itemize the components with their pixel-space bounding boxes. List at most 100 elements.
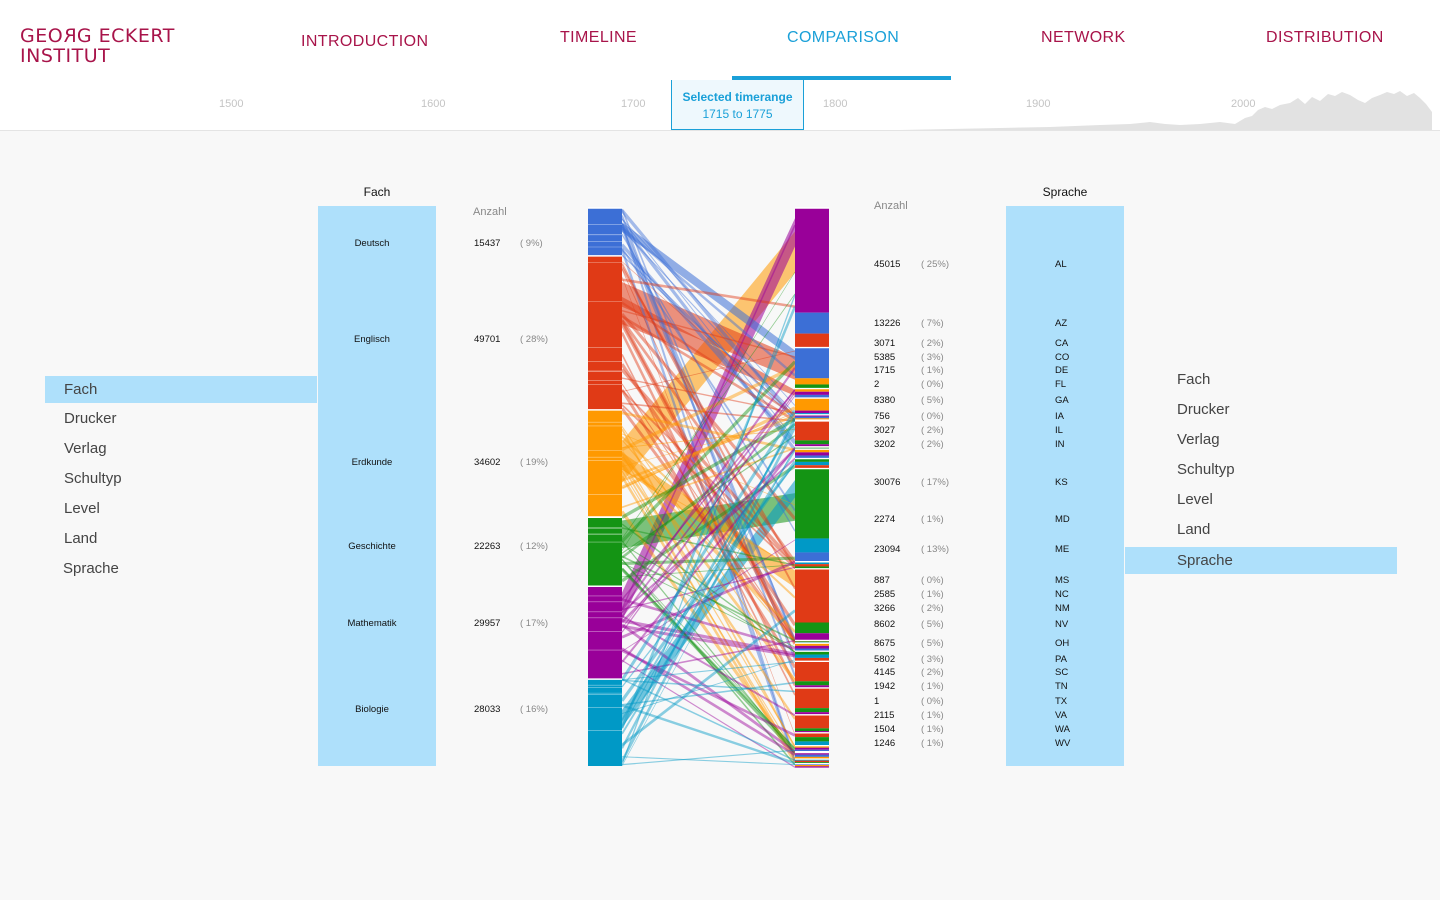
right-category-percent: ( 1%): [921, 738, 944, 749]
right-dim-drucker[interactable]: Drucker: [1177, 401, 1230, 418]
right-category-label[interactable]: TN: [1055, 681, 1068, 692]
left-dim-fach[interactable]: Fach: [45, 376, 317, 403]
right-dim-sprache[interactable]: Sprache: [1125, 547, 1397, 574]
left-dim-drucker[interactable]: Drucker: [64, 410, 117, 427]
right-category-count: 8675: [874, 638, 896, 649]
right-category-count: 30076: [874, 477, 901, 488]
right-category-count: 13226: [874, 318, 901, 329]
right-category-count: 45015: [874, 259, 901, 270]
right-category-percent: ( 2%): [921, 667, 944, 678]
right-category-label[interactable]: MS: [1055, 575, 1069, 586]
left-category-label[interactable]: Erdkunde: [318, 457, 426, 468]
left-category-percent: ( 12%): [520, 541, 548, 552]
right-dim-land[interactable]: Land: [1177, 521, 1210, 538]
left-dim-schultyp[interactable]: Schultyp: [64, 470, 122, 487]
right-bar-segment: [795, 333, 829, 348]
right-category-count: 5802: [874, 654, 896, 665]
right-bar-segment: [795, 654, 829, 658]
right-category-percent: ( 3%): [921, 654, 944, 665]
right-category-label[interactable]: VA: [1055, 710, 1067, 721]
right-bar-segment: [795, 661, 829, 682]
right-bar-segment: [795, 447, 829, 449]
right-category-percent: ( 0%): [921, 575, 944, 586]
right-category-label[interactable]: KS: [1055, 477, 1068, 488]
right-category-count: 3266: [874, 603, 896, 614]
right-category-percent: ( 0%): [921, 379, 944, 390]
right-category-label[interactable]: CO: [1055, 352, 1069, 363]
right-bar-segment: [795, 633, 829, 641]
right-dim-verlag[interactable]: Verlag: [1177, 431, 1220, 448]
right-category-label[interactable]: SC: [1055, 667, 1068, 678]
right-category-percent: ( 2%): [921, 439, 944, 450]
right-bar-segment: [795, 312, 829, 334]
right-category-count: 2115: [874, 710, 895, 721]
right-category-count: 1: [874, 696, 880, 707]
right-category-count: 3202: [874, 439, 896, 450]
right-category-label[interactable]: WV: [1055, 738, 1070, 749]
right-stacked-bar: [795, 207, 829, 768]
left-category-count: 49701: [474, 334, 501, 345]
right-category-percent: ( 7%): [921, 318, 944, 329]
right-category-count: 2274: [874, 514, 896, 525]
left-category-label[interactable]: Biologie: [318, 704, 426, 715]
right-category-label[interactable]: MD: [1055, 514, 1070, 525]
right-bar-segment: [795, 747, 829, 750]
right-category-label[interactable]: AZ: [1055, 318, 1067, 329]
right-category-label[interactable]: ME: [1055, 544, 1069, 555]
left-count-header: Anzahl: [473, 206, 507, 218]
right-category-label[interactable]: IL: [1055, 425, 1063, 436]
right-dim-fach[interactable]: Fach: [1177, 371, 1210, 388]
right-category-count: 3027: [874, 425, 896, 436]
right-category-percent: ( 1%): [921, 514, 944, 525]
right-dim-level[interactable]: Level: [1177, 491, 1213, 508]
right-category-label[interactable]: NM: [1055, 603, 1070, 614]
left-category-label[interactable]: Geschichte: [318, 541, 426, 552]
right-category-label[interactable]: CA: [1055, 338, 1068, 349]
left-category-percent: ( 17%): [520, 618, 548, 629]
right-bar-segment: [795, 641, 829, 643]
right-category-percent: ( 0%): [921, 411, 944, 422]
right-category-count: 3071: [874, 338, 896, 349]
left-category-label[interactable]: Deutsch: [318, 238, 426, 249]
right-column-title: Sprache: [1042, 185, 1088, 199]
left-dim-land[interactable]: Land: [64, 530, 97, 547]
left-dim-sprache[interactable]: Sprache: [63, 560, 119, 577]
left-category-percent: ( 9%): [520, 238, 543, 249]
right-category-label[interactable]: WA: [1055, 724, 1070, 735]
right-dim-schultyp[interactable]: Schultyp: [1177, 461, 1235, 478]
left-dim-verlag[interactable]: Verlag: [64, 440, 107, 457]
right-category-label[interactable]: NV: [1055, 619, 1068, 630]
right-category-label[interactable]: FL: [1055, 379, 1066, 390]
right-bar-segment: [795, 737, 829, 742]
right-bar-segment: [795, 760, 829, 763]
right-category-label[interactable]: OH: [1055, 638, 1069, 649]
left-category-label[interactable]: Mathematik: [318, 618, 426, 629]
right-category-percent: ( 25%): [921, 259, 949, 270]
left-stacked-bar: [588, 207, 622, 766]
right-category-percent: ( 1%): [921, 724, 944, 735]
right-bar-segment: [795, 461, 829, 466]
right-bar-segment: [795, 440, 829, 445]
left-dim-level[interactable]: Level: [64, 500, 100, 517]
right-bar-segment: [795, 552, 829, 562]
right-category-label[interactable]: TX: [1055, 696, 1067, 707]
right-category-count: 8380: [874, 395, 896, 406]
left-category-label[interactable]: Englisch: [318, 334, 426, 345]
right-category-percent: ( 1%): [921, 681, 944, 692]
right-category-label[interactable]: AL: [1055, 259, 1067, 270]
right-category-percent: ( 5%): [921, 619, 944, 630]
right-category-percent: ( 0%): [921, 696, 944, 707]
right-bar-segment: [795, 416, 829, 419]
left-category-percent: ( 28%): [520, 334, 548, 345]
right-category-label[interactable]: IA: [1055, 411, 1064, 422]
right-category-count: 8602: [874, 619, 896, 630]
right-category-label[interactable]: PA: [1055, 654, 1067, 665]
right-category-label[interactable]: GA: [1055, 395, 1069, 406]
left-bar-segment: [588, 679, 622, 766]
right-category-label[interactable]: DE: [1055, 365, 1068, 376]
left-category-percent: ( 19%): [520, 457, 548, 468]
right-bar-segment: [795, 766, 829, 768]
right-category-label[interactable]: IN: [1055, 439, 1065, 450]
flow-line: [621, 639, 796, 675]
right-category-label[interactable]: NC: [1055, 589, 1069, 600]
